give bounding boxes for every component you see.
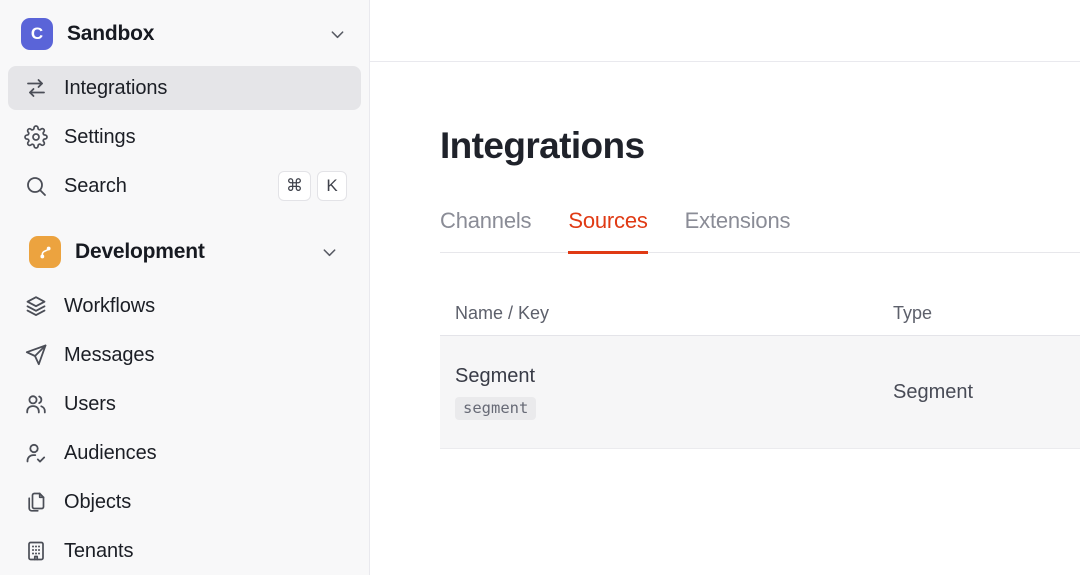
- integrations-page: Integrations Channels Sources Extensions…: [370, 62, 1080, 449]
- sidebar-item-messages[interactable]: Messages: [8, 333, 361, 377]
- sidebar-item-label: Workflows: [64, 294, 155, 317]
- sidebar-section-label: Development: [75, 240, 205, 263]
- type-cell: Segment: [893, 380, 974, 403]
- source-key-badge: segment: [455, 396, 537, 420]
- building-icon: [24, 539, 48, 563]
- tab-bar: Channels Sources Extensions: [440, 208, 1080, 254]
- pages-icon: [24, 490, 48, 514]
- sidebar-item-tenants[interactable]: Tenants: [8, 529, 361, 573]
- layers-icon: [24, 294, 48, 318]
- keyboard-shortcut: ⌘ K: [278, 171, 347, 201]
- sidebar-item-integrations[interactable]: Integrations: [8, 66, 361, 110]
- sidebar-nav: Integrations Settings Search ⌘ K Develop…: [8, 66, 361, 573]
- sidebar-item-users[interactable]: Users: [8, 382, 361, 426]
- sidebar-item-label: Users: [64, 392, 116, 415]
- workspace-switcher[interactable]: C Sandbox: [8, 14, 361, 54]
- sidebar-item-workflows[interactable]: Workflows: [8, 284, 361, 328]
- sidebar-item-objects[interactable]: Objects: [8, 480, 361, 524]
- sidebar-item-label: Search: [64, 174, 127, 197]
- sidebar-item-label: Audiences: [64, 441, 157, 464]
- workspace-name: Sandbox: [67, 22, 155, 45]
- name-key-cell: Segment segment: [455, 365, 893, 420]
- users-icon: [24, 392, 48, 416]
- main-area: Integrations Channels Sources Extensions…: [370, 0, 1080, 575]
- sidebar-section-development[interactable]: Development: [16, 228, 353, 276]
- chevron-down-icon: [320, 243, 339, 262]
- source-name: Segment: [455, 364, 536, 387]
- branch-icon: [29, 236, 61, 268]
- gear-icon: [24, 125, 48, 149]
- sidebar: C Sandbox Integrations Settings Search ⌘…: [0, 0, 370, 575]
- search-icon: [24, 174, 48, 198]
- person-check-icon: [24, 441, 48, 465]
- chevron-down-icon: [328, 25, 347, 44]
- tab-extensions[interactable]: Extensions: [685, 208, 791, 254]
- table-header: Name / Key Type: [440, 303, 1080, 336]
- workspace-logo: C: [21, 18, 53, 50]
- sidebar-item-label: Objects: [64, 490, 132, 513]
- tab-sources[interactable]: Sources: [568, 208, 648, 254]
- column-header-name-key: Name / Key: [455, 303, 550, 323]
- paper-plane-icon: [24, 343, 48, 367]
- sidebar-item-audiences[interactable]: Audiences: [8, 431, 361, 475]
- sidebar-item-settings[interactable]: Settings: [8, 115, 361, 159]
- sidebar-item-label: Settings: [64, 125, 136, 148]
- top-bar: [370, 0, 1080, 62]
- table-row[interactable]: Segment segment Segment: [440, 336, 1080, 449]
- tab-channels[interactable]: Channels: [440, 208, 532, 254]
- sidebar-item-search[interactable]: Search ⌘ K: [8, 164, 361, 208]
- sidebar-item-label: Messages: [64, 343, 155, 366]
- column-header-type: Type: [893, 303, 933, 323]
- sources-table: Name / Key Type Segment segment Segment: [440, 303, 1080, 449]
- sidebar-item-label: Integrations: [64, 76, 168, 99]
- page-title: Integrations: [440, 125, 645, 166]
- cmd-key-badge: ⌘: [278, 171, 311, 201]
- k-key-badge: K: [317, 171, 347, 201]
- sidebar-item-label: Tenants: [64, 539, 134, 562]
- swap-arrows-icon: [24, 76, 48, 100]
